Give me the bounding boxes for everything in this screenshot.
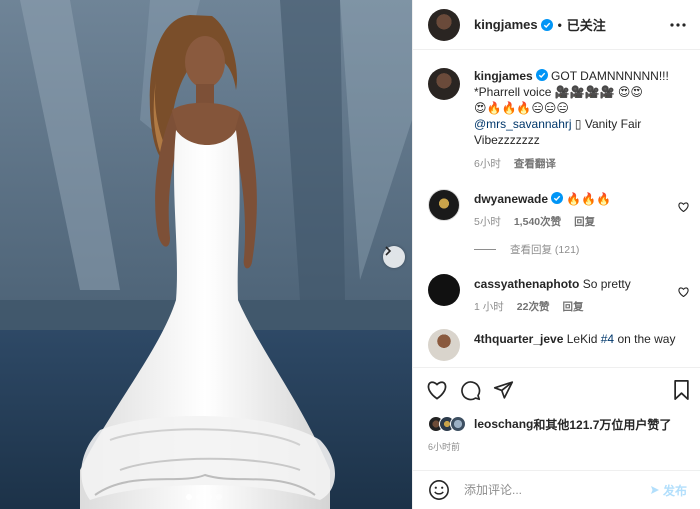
emoji-icon[interactable] — [428, 479, 450, 501]
carousel-next-button[interactable] — [383, 246, 405, 268]
view-replies-button[interactable]: 查看回复 (121) — [413, 242, 700, 257]
comment-likes[interactable]: 1,540次赞 — [514, 214, 561, 230]
caption-emojis: 😍🔥🔥🔥😑😑😑 — [474, 101, 569, 115]
post-side-panel: kingjames • 已关注 kingjames GOT DAMNNNNNN!… — [412, 0, 700, 509]
author-avatar[interactable] — [428, 8, 460, 41]
commenter-username[interactable]: cassyathenaphoto — [474, 277, 579, 291]
comment-text: So pretty — [582, 277, 631, 291]
more-icon[interactable] — [670, 22, 686, 27]
post-button-label: 发布 — [662, 483, 687, 498]
caption-row: kingjames GOT DAMNNNNNN!!! *Pharrell voi… — [413, 51, 700, 172]
commenter-username[interactable]: 4thquarter_jeve — [474, 332, 563, 346]
author-avatar[interactable] — [428, 68, 460, 100]
carousel-indicators — [186, 494, 222, 500]
comment-likes[interactable]: 22次赞 — [517, 299, 550, 315]
comment-time[interactable]: 5小时 — [474, 214, 501, 230]
caption-mention[interactable]: @mrs_savannahrj — [474, 117, 572, 131]
carousel-dot — [206, 494, 212, 500]
carousel-dot — [196, 494, 202, 500]
author-username[interactable]: kingjames — [474, 17, 538, 32]
comment-row: 4thquarter_jeve LeKid #4 on the way — [413, 329, 700, 361]
commenter-avatar[interactable] — [428, 189, 460, 221]
comment-text: on the way — [614, 332, 676, 346]
comment-time[interactable]: 1 小时 — [474, 299, 504, 315]
caption-emojis: 🎥🎥🎥🎥 😍😍 — [554, 85, 643, 99]
header-separator: • — [557, 17, 562, 32]
post-timestamp[interactable]: 6小时前 — [413, 440, 700, 453]
post-photo — [0, 0, 412, 509]
caption-text: kingjames GOT DAMNNNNNN!!! *Pharrell voi… — [474, 68, 687, 148]
view-replies-label: 查看回复 (121) — [510, 244, 580, 256]
chevron-right-icon — [385, 246, 392, 256]
post-comment-button[interactable]: 发布 — [650, 482, 687, 499]
post-actions: leoschang 和其他121.7万位用户赞了 6小时前 — [413, 367, 700, 453]
comment-text: 🔥🔥🔥 — [566, 192, 612, 206]
comment-composer: 发布 — [413, 470, 700, 509]
comment-row: dwyanewade 🔥🔥🔥 5小时 1,540次赞 回复 — [413, 189, 700, 230]
caption-time[interactable]: 6小时 — [474, 156, 501, 172]
commenter-username[interactable]: dwyanewade — [474, 192, 548, 206]
comment-icon[interactable] — [460, 380, 481, 401]
liker-avatar[interactable] — [450, 416, 466, 432]
heart-icon[interactable] — [426, 380, 448, 400]
likes-summary: leoschang 和其他121.7万位用户赞了 — [413, 412, 700, 436]
send-icon — [650, 486, 659, 494]
caption-username[interactable]: kingjames — [474, 69, 533, 83]
verified-icon — [551, 192, 564, 204]
commenter-avatar[interactable] — [428, 274, 460, 306]
liker-username[interactable]: leoschang — [474, 417, 533, 431]
comment-input[interactable] — [464, 483, 650, 497]
heart-icon[interactable] — [678, 287, 689, 297]
share-icon[interactable] — [493, 380, 514, 400]
commenter-avatar[interactable] — [428, 329, 460, 361]
photo-illustration — [0, 0, 412, 509]
carousel-dot — [216, 494, 222, 500]
follow-status-button[interactable]: 已关注 — [567, 15, 606, 34]
verified-icon — [540, 18, 553, 31]
bookmark-icon[interactable] — [673, 380, 690, 400]
comment-text: LeKid — [566, 332, 601, 346]
comment-row: cassyathenaphoto So pretty 1 小时 22次赞 回复 — [413, 274, 700, 315]
replies-divider — [474, 249, 496, 250]
reply-button[interactable]: 回复 — [574, 214, 595, 230]
comment-list[interactable]: kingjames GOT DAMNNNNNN!!! *Pharrell voi… — [413, 51, 700, 367]
reply-button[interactable]: 回复 — [562, 299, 583, 315]
likes-count-text[interactable]: 和其他121.7万位用户赞了 — [533, 416, 671, 433]
post-header: kingjames • 已关注 — [413, 0, 700, 50]
heart-icon[interactable] — [678, 202, 689, 212]
verified-icon — [535, 69, 548, 81]
carousel-dot — [186, 494, 192, 500]
comment-hashtag[interactable]: #4 — [601, 332, 614, 346]
translate-button[interactable]: 查看翻译 — [514, 156, 556, 172]
